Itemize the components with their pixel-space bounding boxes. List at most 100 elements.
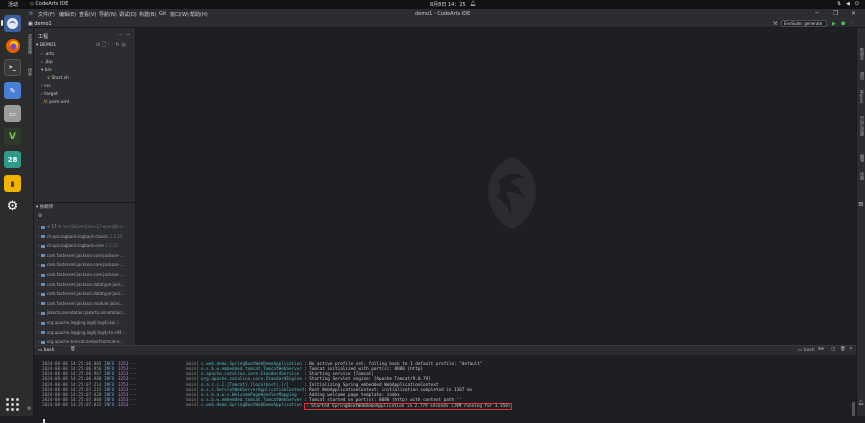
build-hammer-icon[interactable]: ⚒ <box>773 21 777 27</box>
menu-window[interactable]: 窗口(W) <box>170 11 189 18</box>
dependency-item[interactable]: › com.fasterxml.jackson.core:jackson-... <box>38 253 124 258</box>
debug-icon[interactable]: ⬟ <box>841 21 845 27</box>
activities-button[interactable]: 活动 <box>8 1 18 8</box>
dependency-item[interactable]: › com.fasterxml.jackson.datatype:jack... <box>38 291 124 296</box>
dependency-item[interactable]: › com.fasterxml.jackson.core:jackson-... <box>38 262 124 267</box>
run-icon[interactable]: ▶ <box>832 21 836 27</box>
menu-help[interactable]: 帮助(H) <box>190 11 208 18</box>
terminal-shell-select[interactable]: ▭ bash <box>798 348 815 353</box>
text-editor-icon[interactable]: ✎ <box>4 82 21 99</box>
tree-item-bin[interactable]: ▾ bin <box>41 68 52 73</box>
library-icon <box>40 225 45 229</box>
network-icon[interactable]: ⇅ <box>837 1 841 7</box>
notification-bell-icon[interactable]: 🔔︎ <box>470 1 476 7</box>
dependency-item[interactable]: › jakarta.annotation:jakarta.annotation.… <box>38 310 126 315</box>
dependency-name: ch.qos.logback:logback-classic <box>46 233 110 239</box>
codearts-ide-icon[interactable] <box>4 15 21 32</box>
dependency-filter-icon[interactable]: ⚙ <box>38 213 42 219</box>
minimize-icon[interactable]: ─ <box>815 10 819 17</box>
project-tab[interactable]: ▣ demo1 <box>28 21 52 27</box>
terminal-view-tab[interactable]: 终端 <box>859 172 865 180</box>
terminal-tab[interactable]: ▭ bash <box>38 348 55 353</box>
close-panel-icon[interactable]: ✕ <box>849 347 853 352</box>
dependency-item[interactable]: › org.apache.tomcat.embed:tomcat-e... <box>38 339 123 344</box>
terminal-cursor[interactable] <box>43 419 45 423</box>
explorer-actions: ⊙🗋🗀↻◎ <box>96 42 128 50</box>
power-icon[interactable]: ⏻ <box>855 1 859 7</box>
tree-item-arts[interactable]: › .arts <box>41 52 54 57</box>
split-terminal-icon[interactable]: ◫ <box>831 347 835 352</box>
firefox-icon[interactable] <box>4 37 21 54</box>
show-apps-icon[interactable] <box>5 397 21 413</box>
new-terminal-icon[interactable]: ⊞▾ <box>818 347 824 352</box>
menu-edit[interactable]: 编辑(E) <box>59 11 76 18</box>
log-cls: c.web.demo.SpringBootWebDemoApplication <box>201 403 302 409</box>
dependencies-header[interactable]: ▾ 依赖项 <box>36 204 53 210</box>
app-logo-icon[interactable]: ⟳ <box>29 11 33 17</box>
main-toolbar: ▣ demo1 ⚒ EnvSuite: generate▾ ▶ ⬟ ⋮ <box>25 19 865 32</box>
menu-debug[interactable]: 调试(D) <box>119 11 137 18</box>
settings-gear-icon[interactable]: ⚙ <box>27 406 31 412</box>
tree-item-jbp[interactable]: › .jbp <box>41 60 53 65</box>
settings-icon[interactable]: ⚙ <box>4 198 21 215</box>
maximize-icon[interactable]: ❐ <box>833 10 838 17</box>
log-pid: 3253 <box>118 403 129 409</box>
explorer-more-icon[interactable]: ⋯ <box>118 32 123 38</box>
menu-navigate[interactable]: 导航(N) <box>99 11 117 18</box>
dependency-item[interactable]: › < 17 > /usr/lib/jvm/java-17-openjdk-a.… <box>38 224 126 229</box>
dependency-item[interactable]: › ch.qos.logback:logback-core 1.2.12 <box>38 243 118 248</box>
menu-git[interactable]: Git <box>159 11 166 17</box>
dependency-item[interactable]: › org.apache.logging.log4j:log4j-api 2..… <box>38 320 123 325</box>
archive-icon[interactable]: ▮ <box>4 175 21 192</box>
tree-item-pom[interactable]: ℳ pom.xml <box>43 100 69 105</box>
notification-icon[interactable]: 🔔︎ <box>858 400 864 406</box>
database-view-tab[interactable]: 数据库 <box>859 48 865 60</box>
dependency-name: org.apache.logging.log4j:log4j-to-slf4..… <box>46 329 126 335</box>
tree-root[interactable]: ▾ DEMO1 <box>36 43 56 48</box>
tree-item-start-sh[interactable]: $ Start.sh <box>47 76 69 81</box>
kill-terminal-icon[interactable]: 🗑 <box>840 347 846 352</box>
tree-item-target[interactable]: › target <box>41 92 58 97</box>
files-icon[interactable]: ▭ <box>4 105 21 122</box>
maven-view-tab[interactable]: Maven <box>859 90 864 103</box>
tree-item-label: .jbp <box>44 60 53 65</box>
library-icon <box>40 283 45 287</box>
dependency-item[interactable]: › org.apache.logging.log4j:log4j-to-slf4… <box>38 330 126 335</box>
menu-file[interactable]: 文件(F) <box>38 11 55 18</box>
search-view-tab[interactable]: 搜索 <box>27 68 33 76</box>
notifications-view-tab[interactable]: 通知 <box>859 72 865 80</box>
app-indicator[interactable]: ◇ CodeArts IDE <box>30 1 68 7</box>
terminal-tab-label: bash <box>43 348 55 353</box>
dependency-version: 2... <box>116 320 123 325</box>
clock[interactable]: 8月8日 14：25 <box>430 1 466 8</box>
vim-icon[interactable]: V <box>4 128 21 145</box>
tree-item-label: src <box>44 84 51 89</box>
menu-lines-icon[interactable]: ≡ <box>858 200 864 208</box>
dependency-item[interactable]: › com.fasterxml.jackson.datatype:jack... <box>38 282 124 287</box>
dependency-item[interactable]: › com.fasterxml.jackson.module:jacks... <box>38 301 124 306</box>
terminal-scrollbar[interactable] <box>852 402 855 416</box>
menu-build[interactable]: 构建(B) <box>139 11 156 18</box>
dependencies-panel: ▾ 依赖项 ⚙ › < 17 > /usr/lib/jvm/java-17-op… <box>34 202 136 354</box>
terminal-trash-icon[interactable]: 🗑 <box>70 347 76 352</box>
edit-view-tab[interactable]: 编辑 <box>859 154 865 162</box>
dependency-name: com.fasterxml.jackson.core:jackson-... <box>46 272 124 277</box>
more-icon[interactable]: ⋮ <box>850 21 855 27</box>
project-view-tab[interactable]: 资源管理器 <box>27 34 33 54</box>
codegen-view-tab[interactable]: 代码生成器 <box>859 116 865 136</box>
tree-item-src[interactable]: › src <box>41 84 51 89</box>
right-tool-strip: 数据库 通知 Maven 代码生成器 编辑 终端 ≡ 🔔︎ <box>856 28 865 416</box>
explorer-collapse-icon[interactable]: ─ <box>127 32 130 38</box>
run-config-select[interactable]: EnvSuite: generate▾ <box>781 20 827 32</box>
close-icon[interactable]: ✕ <box>851 10 856 17</box>
calendar-icon[interactable]: 28 <box>4 151 21 168</box>
target-icon[interactable]: ◎ <box>121 42 127 48</box>
terminal-icon[interactable]: >_ <box>4 59 21 76</box>
menu-view[interactable]: 查看(V) <box>79 11 96 18</box>
shell-file-icon: $ <box>47 76 50 81</box>
dependency-name: ch.qos.logback:logback-core <box>46 243 106 249</box>
volume-icon[interactable]: ◀ <box>846 1 850 7</box>
ide-window: ⟳ 文件(F) 编辑(E) 查看(V) 导航(N) 调试(D) 构建(B) Gi… <box>25 9 865 423</box>
dependency-item[interactable]: › com.fasterxml.jackson.core:jackson-... <box>38 272 124 277</box>
dependency-item[interactable]: › ch.qos.logback:logback-classic 1.2.12 <box>38 234 122 239</box>
